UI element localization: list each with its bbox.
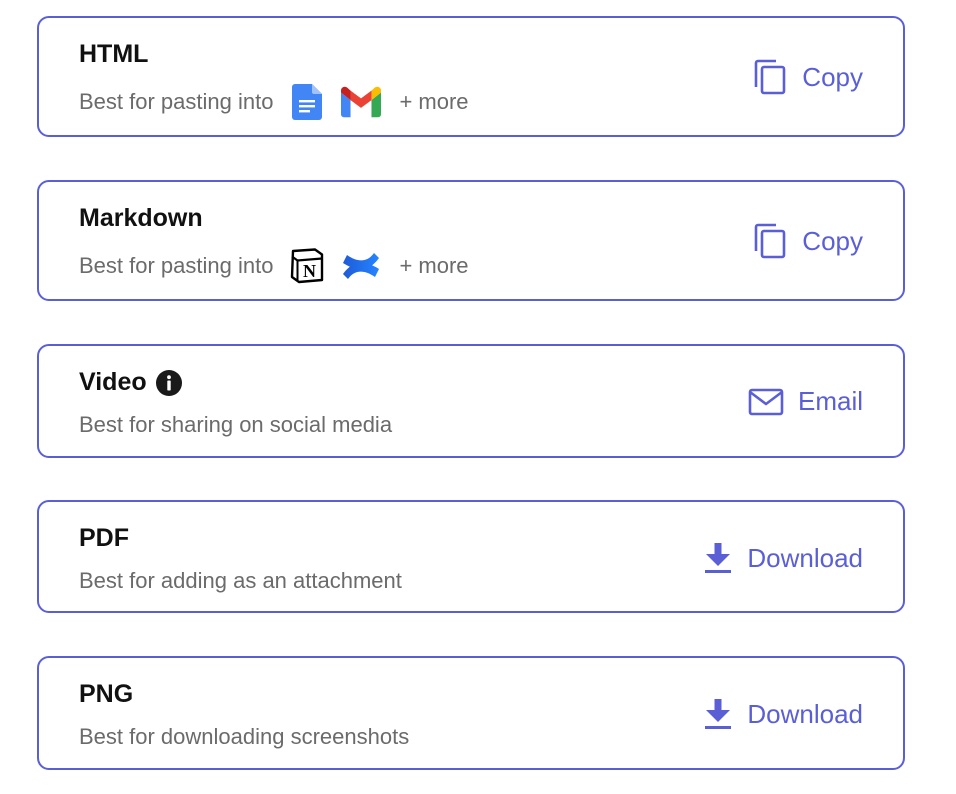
export-option-pdf: PDF Best for adding as an attachment Dow…: [37, 500, 905, 613]
confluence-icon: [341, 246, 381, 286]
download-png-button[interactable]: Download: [703, 698, 863, 730]
copy-html-button[interactable]: Copy: [752, 58, 863, 96]
more-apps-label: + more: [399, 89, 469, 114]
option-description: Best for pasting into + more: [79, 82, 469, 122]
export-option-markdown: Markdown Best for pasting into N + more …: [37, 180, 905, 301]
action-label: Email: [797, 386, 863, 416]
description-text: Best for pasting into: [79, 89, 274, 114]
option-title-row: Video: [79, 368, 183, 397]
svg-text:N: N: [303, 261, 316, 281]
google-docs-icon: [287, 82, 327, 122]
info-icon[interactable]: [155, 369, 183, 397]
mail-icon: [748, 388, 784, 416]
export-option-png: PNG Best for downloading screenshots Dow…: [37, 656, 905, 770]
action-label: Copy: [802, 61, 863, 92]
download-pdf-button[interactable]: Download: [703, 542, 863, 574]
gmail-icon: [341, 82, 382, 122]
copy-markdown-button[interactable]: Copy: [752, 222, 863, 260]
option-title: Markdown: [79, 204, 203, 232]
more-apps-label: + more: [399, 253, 469, 278]
description-text: Best for pasting into: [79, 253, 274, 278]
option-title: HTML: [79, 40, 149, 68]
email-video-button[interactable]: Email: [748, 386, 863, 417]
option-title: PNG: [79, 680, 134, 708]
option-description: Best for sharing on social media: [79, 412, 393, 437]
action-label: Download: [747, 542, 863, 573]
export-option-html: HTML Best for pasting into + more Copy: [37, 16, 905, 137]
action-label: Copy: [802, 225, 863, 256]
action-label: Download: [747, 698, 863, 729]
export-option-video: Video Best for sharing on social media E…: [37, 344, 905, 458]
copy-icon: [752, 58, 788, 96]
notion-icon: N: [287, 246, 327, 286]
option-title: PDF: [79, 524, 129, 552]
download-icon: [703, 698, 733, 730]
option-description: Best for pasting into N + more: [79, 246, 469, 286]
option-description: Best for downloading screenshots: [79, 724, 410, 749]
download-icon: [703, 542, 733, 574]
option-description: Best for adding as an attachment: [79, 568, 402, 593]
copy-icon: [752, 222, 788, 260]
option-title: Video: [79, 368, 147, 396]
